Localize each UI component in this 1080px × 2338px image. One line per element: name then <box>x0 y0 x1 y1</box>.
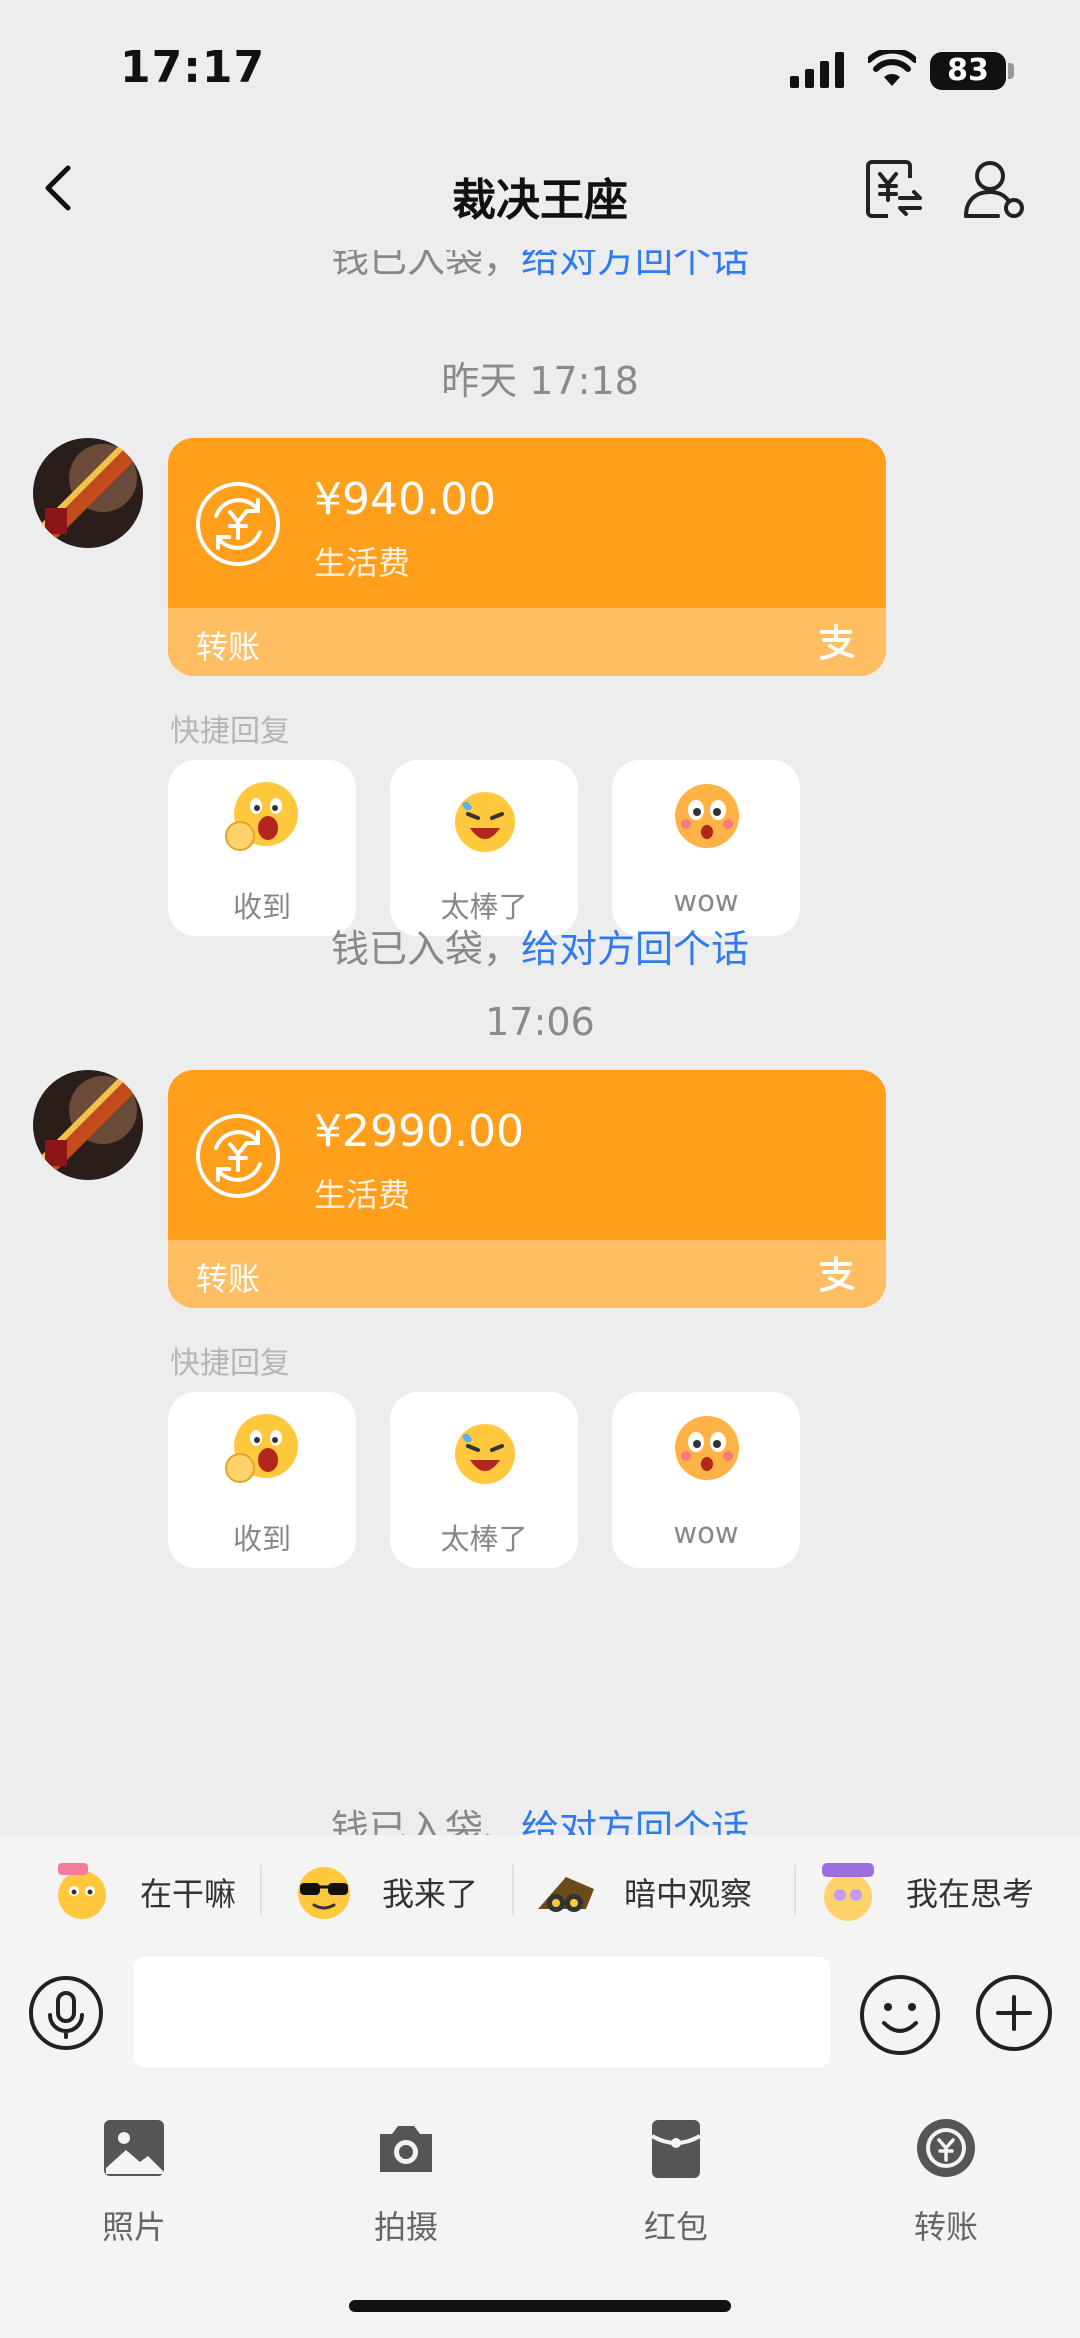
tool-label: 转账 <box>913 2208 978 2246</box>
transfer-label: 转账 <box>196 628 261 666</box>
message-input[interactable] <box>134 1957 830 2067</box>
transfer-button[interactable]: 转账 <box>876 2108 1016 2268</box>
quick-reply-label: 收到 <box>232 1522 291 1556</box>
tool-label: 拍摄 <box>373 2208 438 2246</box>
red-packet-button[interactable]: 红包 <box>606 2108 746 2268</box>
sticker-what-doing[interactable]: 在干嘛 <box>30 1845 250 1935</box>
sticker-label: 我在思考 <box>906 1875 1035 1913</box>
alipay-icon <box>820 624 854 660</box>
sticker-thinking[interactable]: 我在思考 <box>796 1845 1076 1935</box>
wow-emoji-icon <box>675 1416 739 1480</box>
notice-text: 钱已入袋、 <box>330 1807 521 1835</box>
quick-reply-great[interactable]: 太棒了 <box>390 1392 578 1568</box>
quick-reply-label: 太棒了 <box>440 1522 528 1556</box>
sticker-im-coming[interactable]: 我来了 <box>272 1845 502 1935</box>
card-footer: 转账 <box>168 1240 886 1308</box>
surprised-ok-emoji-icon <box>225 782 298 851</box>
received-notice: 钱已入袋，给对方回个话 <box>0 918 1080 973</box>
transfer-amount: ¥2990.00 <box>314 1106 524 1157</box>
quick-reply-wow[interactable]: wow <box>612 1392 800 1568</box>
laughing-tears-emoji-icon <box>455 1424 515 1484</box>
photo-button[interactable]: 照片 <box>64 2108 204 2268</box>
transfer-card[interactable]: ¥2990.00 生活费 转账 <box>168 1070 886 1308</box>
surprised-ok-emoji-icon <box>225 1414 298 1483</box>
transfer-icon <box>917 2119 975 2177</box>
wifi-icon <box>868 50 916 86</box>
transfer-label: 转账 <box>196 1260 261 1298</box>
sunglasses-face-icon <box>298 1867 350 1919</box>
user-profile-icon[interactable] <box>960 154 1030 224</box>
card-body: ¥940.00 生活费 <box>168 438 886 608</box>
quick-reply-label: wow <box>673 884 739 918</box>
transfer-icon <box>196 482 280 566</box>
sticker-face-icon <box>58 1863 106 1919</box>
reply-link[interactable]: 给对方回个话 <box>521 927 749 971</box>
sticker-observing[interactable]: 暗中观察 <box>514 1845 784 1935</box>
divider <box>260 1865 262 1915</box>
binoculars-icon <box>538 1877 594 1912</box>
input-row <box>0 1945 1080 2080</box>
transfer-note: 生活费 <box>314 544 411 582</box>
camera-icon <box>380 2126 432 2172</box>
quick-reply-received[interactable]: 收到 <box>168 1392 356 1568</box>
more-button[interactable] <box>974 1973 1054 2053</box>
notice-text: 钱已入袋， <box>330 927 521 971</box>
tool-label: 红包 <box>643 2208 708 2246</box>
red-packet-icon <box>650 2120 702 2178</box>
emoji-button[interactable] <box>858 1973 942 2057</box>
quick-reply-title: 快捷回复 <box>170 1346 290 1381</box>
battery-icon: 83 <box>930 52 1006 90</box>
quick-reply-wow[interactable]: wow <box>612 760 800 936</box>
photo-icon <box>104 2120 164 2176</box>
wow-emoji-icon <box>675 784 739 848</box>
card-footer: 转账 <box>168 608 886 676</box>
transfer-amount: ¥940.00 <box>314 474 496 525</box>
top-notice: 钱已入袋，给对方回个话 <box>0 250 1080 283</box>
chat-header: 裁决王座 <box>0 130 1080 250</box>
alipay-icon <box>820 1256 854 1292</box>
sticker-label: 我来了 <box>382 1875 479 1913</box>
avatar[interactable] <box>33 1070 143 1180</box>
camera-button[interactable]: 拍摄 <box>336 2108 476 2268</box>
status-bar: 17:17 83 <box>0 0 1080 130</box>
transfer-card[interactable]: ¥940.00 生活费 转账 <box>168 438 886 676</box>
reply-link[interactable]: 给对方回个话 <box>521 1807 749 1835</box>
battery-cap <box>1008 63 1014 79</box>
transfer-icon <box>196 1114 280 1198</box>
quick-reply-title: 快捷回复 <box>170 714 290 749</box>
sticker-label: 暗中观察 <box>624 1875 753 1913</box>
quick-reply-great[interactable]: 太棒了 <box>390 760 578 936</box>
notice-text: 钱已入袋， <box>330 250 521 281</box>
thinking-face-icon <box>822 1863 874 1921</box>
status-time: 17:17 <box>120 42 266 93</box>
tool-label: 照片 <box>101 2208 166 2246</box>
card-body: ¥2990.00 生活费 <box>168 1070 886 1240</box>
quick-reply-received[interactable]: 收到 <box>168 760 356 936</box>
transfer-note: 生活费 <box>314 1176 411 1214</box>
quick-reply-label: wow <box>673 1516 739 1550</box>
received-notice: 钱已入袋、给对方回个话 <box>0 1798 1080 1835</box>
home-indicator[interactable] <box>349 2300 731 2312</box>
chat-area[interactable]: 钱已入袋，给对方回个话 昨天 17:18 ¥940.00 生活费 转账 快捷回复… <box>0 250 1080 1835</box>
reply-link[interactable]: 给对方回个话 <box>521 250 749 281</box>
timestamp: 昨天 17:18 <box>441 359 639 403</box>
sticker-label: 在干嘛 <box>140 1875 237 1913</box>
sticker-suggestion-bar: 在干嘛 我来了 暗中观察 我在思考 <box>0 1835 1080 1945</box>
voice-input-button[interactable] <box>28 1975 104 2051</box>
transfer-record-icon[interactable] <box>858 154 928 224</box>
signal-icon <box>790 52 844 88</box>
timestamp: 17:06 <box>485 1000 595 1044</box>
avatar[interactable] <box>33 438 143 548</box>
laughing-tears-emoji-icon <box>455 792 515 852</box>
